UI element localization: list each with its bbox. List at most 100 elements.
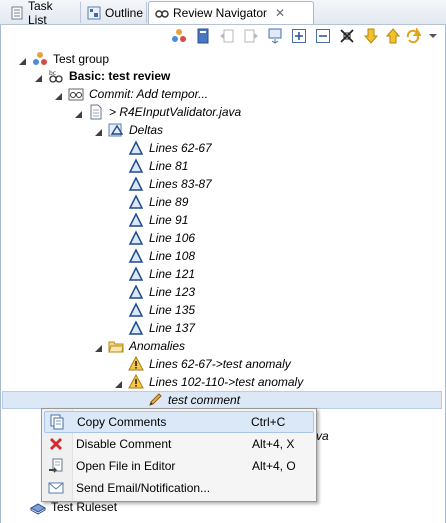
close-icon[interactable]: ✕ — [275, 6, 285, 20]
menu-item-shortcut: Ctrl+C — [251, 415, 286, 429]
group-icon — [32, 51, 48, 67]
copy-icon — [45, 414, 69, 430]
tree-label: Lines 83-87 — [149, 177, 212, 191]
tree-label: Line 106 — [149, 231, 196, 245]
back-icon[interactable] — [219, 28, 235, 44]
tree-label: Lines 62-67 — [149, 141, 212, 155]
commit-icon — [68, 86, 84, 102]
tree-item-deltas[interactable]: Deltas — [94, 121, 163, 139]
delta-icon — [128, 158, 144, 174]
tree-label: va — [316, 429, 329, 443]
tree-item-anomalies[interactable]: Anomalies — [94, 337, 185, 355]
tree-item-delta[interactable]: Line 106 — [128, 229, 195, 247]
menu-item-label: Send Email/Notification... — [76, 481, 211, 495]
tree-label: Basic: test review — [69, 69, 171, 83]
tree-item-delta[interactable]: Line 91 — [128, 211, 188, 229]
expanded-arrow-icon[interactable] — [114, 378, 123, 388]
review-icon: bc — [48, 68, 64, 84]
task-list-icon — [10, 6, 24, 20]
delta-icon — [128, 248, 144, 264]
show-tree-icon[interactable] — [171, 28, 187, 44]
tree-item-delta[interactable]: Line 123 — [128, 283, 195, 301]
refresh-icon[interactable] — [405, 28, 421, 44]
tree-label: Test group — [53, 52, 110, 66]
view-tab-bar: Task List Outline Review Navigator ✕ — [0, 0, 446, 27]
expanded-arrow-icon[interactable] — [34, 72, 43, 82]
tab-review-navigator[interactable]: Review Navigator ✕ — [148, 1, 314, 24]
tree-label: Line 81 — [149, 159, 189, 173]
tree-item-commit[interactable]: Commit: Add tempor... — [54, 85, 208, 103]
delta-icon — [128, 212, 144, 228]
tree-label: Commit: Add tempor... — [89, 87, 209, 101]
view-menu-icon[interactable] — [425, 28, 441, 44]
tree-item-delta[interactable]: Line 137 — [128, 319, 195, 337]
outline-icon — [87, 6, 101, 20]
tree-item-anomaly[interactable]: Lines 102-110->test anomaly — [114, 373, 303, 391]
menu-item-shortcut: Alt+4, X — [252, 437, 295, 451]
delta-icon — [128, 230, 144, 246]
tab-label: Outline — [105, 5, 144, 20]
delta-icon — [128, 302, 144, 318]
tree-item-group[interactable]: Test group — [18, 50, 109, 68]
forward-icon[interactable] — [243, 28, 259, 44]
tab-outline[interactable]: Outline — [81, 2, 147, 23]
tab-label: Review Navigator — [173, 6, 268, 20]
svg-text:bc: bc — [49, 70, 56, 77]
tree-label: Lines 102-110->test anomaly — [149, 375, 304, 389]
tree-item-delta[interactable]: Lines 83-87 — [128, 175, 212, 193]
review-navigator-icon — [155, 6, 169, 20]
tree-label: Line 137 — [149, 321, 196, 335]
expand-all-icon[interactable] — [291, 28, 307, 44]
menu-item-disable-comment[interactable]: Disable Comment Alt+4, X — [44, 433, 314, 455]
delta-icon — [128, 176, 144, 192]
up-arrow-icon[interactable] — [385, 28, 401, 44]
view-toolbar — [0, 25, 446, 47]
tree-label: Line 108 — [149, 249, 196, 263]
tree-label: Test Ruleset — [51, 500, 118, 514]
menu-item-label: Disable Comment — [76, 437, 172, 451]
menu-item-copy-comments[interactable]: Copy Comments Ctrl+C — [44, 411, 314, 433]
filter-icon[interactable] — [339, 28, 355, 44]
pencil-icon — [147, 392, 163, 408]
file-icon — [88, 104, 104, 120]
tree-label: Deltas — [129, 123, 164, 137]
delta-icon — [128, 140, 144, 156]
tree-label: Lines 62-67->test anomaly — [149, 357, 291, 371]
folder-icon — [108, 338, 124, 354]
tab-task-list[interactable]: Task List — [4, 0, 81, 27]
menu-item-open-file[interactable]: Open File in Editor Alt+4, O — [44, 455, 314, 477]
menu-item-label: Open File in Editor — [76, 459, 176, 473]
tree-item-review[interactable]: bc Basic: test review — [34, 67, 170, 85]
delta-icon — [128, 284, 144, 300]
tree-item-comment[interactable]: test comment — [2, 391, 442, 409]
tree-item-delta[interactable]: Line 108 — [128, 247, 195, 265]
expanded-arrow-icon[interactable] — [74, 108, 83, 118]
expanded-arrow-icon[interactable] — [54, 90, 63, 100]
expanded-arrow-icon[interactable] — [18, 55, 27, 65]
expanded-arrow-icon[interactable] — [94, 126, 103, 136]
tree-item-anomaly[interactable]: Lines 62-67->test anomaly — [128, 355, 291, 373]
tree-item-delta[interactable]: Lines 62-67 — [128, 139, 212, 157]
down-arrow-icon[interactable] — [363, 28, 379, 44]
expanded-arrow-icon[interactable] — [94, 342, 103, 352]
tree-item-delta[interactable]: Line 121 — [128, 265, 195, 283]
open-file-icon — [44, 458, 68, 474]
link-editor-icon[interactable] — [267, 28, 283, 44]
delta-icon — [128, 194, 144, 210]
tree-label: test comment — [168, 393, 241, 407]
menu-item-send-email[interactable]: Send Email/Notification... — [44, 477, 314, 499]
tree-label: Anomalies — [129, 339, 186, 353]
tree-label: Line 91 — [149, 213, 189, 227]
warning-icon — [128, 374, 144, 390]
tree-item-delta[interactable]: Line 135 — [128, 301, 195, 319]
tree-item-file[interactable]: > R4EInputValidator.java — [74, 103, 241, 121]
tree-item-delta[interactable]: Line 89 — [128, 193, 188, 211]
delta-icon — [128, 320, 144, 336]
collapse-all-icon[interactable] — [315, 28, 331, 44]
deltas-icon — [108, 122, 124, 138]
document-icon[interactable] — [195, 28, 211, 44]
tree-item-delta[interactable]: Line 81 — [128, 157, 188, 175]
tree-label: > R4EInputValidator.java — [109, 105, 242, 119]
email-icon — [44, 480, 68, 496]
warning-icon — [128, 356, 144, 372]
